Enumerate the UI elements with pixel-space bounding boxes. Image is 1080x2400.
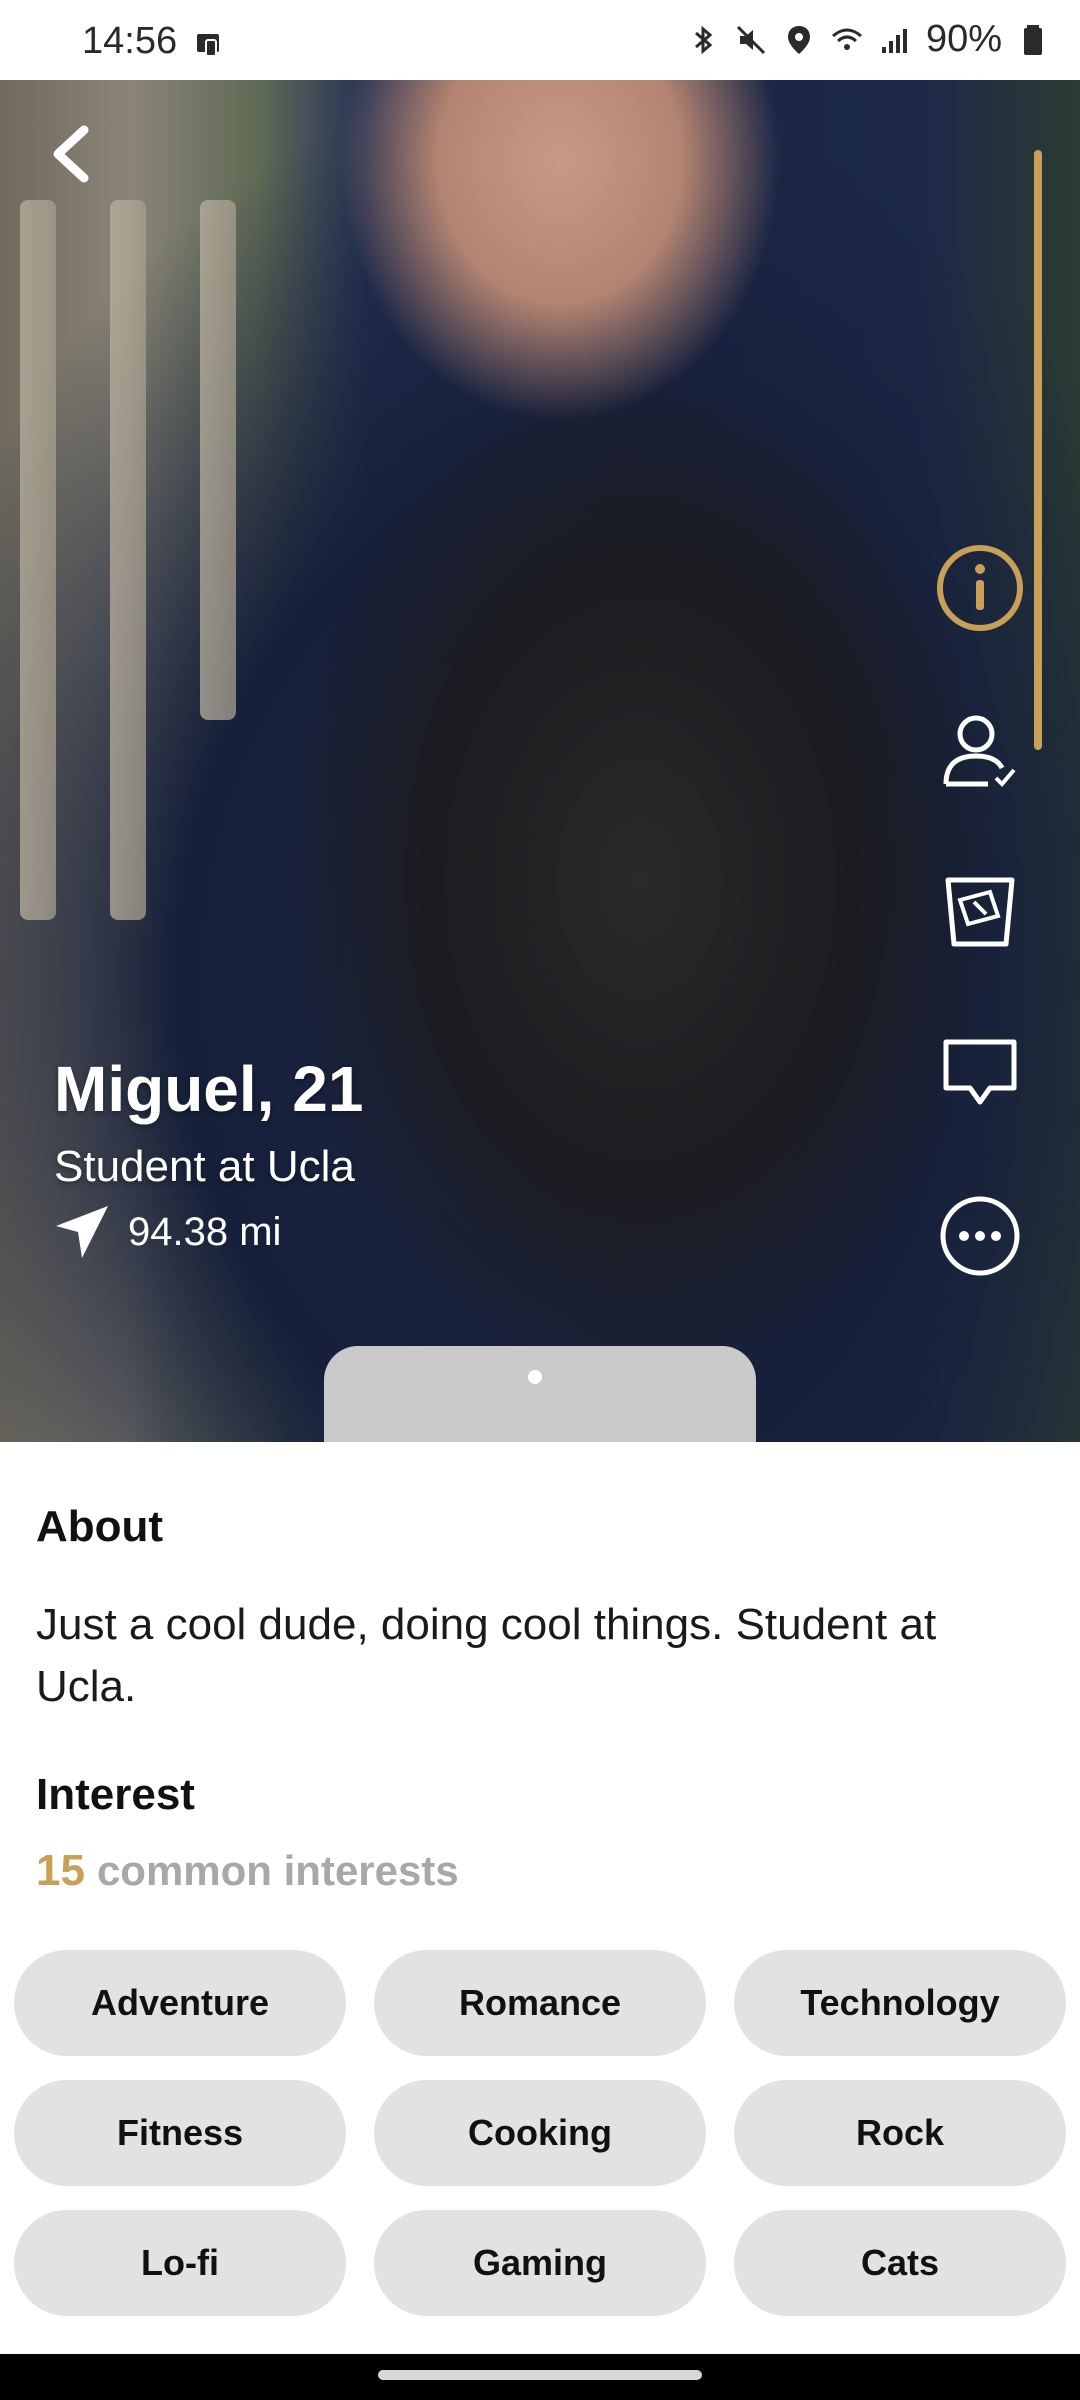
verified-user-icon [943,715,1016,787]
interest-chip[interactable]: Romance [374,1950,706,2056]
interest-chip[interactable]: Technology [734,1950,1066,2056]
interest-chip[interactable]: Rock [734,2080,1066,2186]
interest-chips: Adventure Romance Technology Fitness Coo… [14,1950,1068,2316]
status-time: 14:56 [82,20,178,62]
about-text: Just a cool dude, doing cool things. Stu… [36,1600,937,1711]
location-icon [787,25,810,54]
interest-chip[interactable]: Fitness [14,2080,346,2186]
pager-dot-active [528,1370,542,1384]
photo-background-detail [20,200,56,920]
drink-icon [945,877,1015,947]
wifi-icon [831,28,862,50]
home-gesture-handle[interactable] [378,2370,702,2380]
signal-icon [881,28,907,53]
mute-icon [736,25,765,54]
photo-pager[interactable] [324,1346,756,1442]
interest-title: Interest [36,1770,195,1819]
interest-chip[interactable]: Cats [734,2210,1066,2316]
photo-background-detail [110,200,146,920]
common-interests: 15 common interests [36,1846,459,1896]
distance-value: 94.38 mi [128,1209,282,1254]
drink-button[interactable] [930,862,1030,962]
info-button[interactable] [930,538,1030,638]
interest-chip[interactable]: Cooking [374,2080,706,2186]
back-button[interactable] [44,124,104,184]
more-options-icon [940,1196,1020,1276]
profile-photo[interactable]: Miguel, 21 Student at Ucla 94.38 mi [0,80,1080,1442]
status-bar: 14:56 90% [0,0,1080,80]
battery-icon [1024,24,1042,55]
interest-chip[interactable]: Lo-fi [14,2210,346,2316]
interest-chip[interactable]: Adventure [14,1950,346,2056]
location-arrow-icon [56,1206,108,1258]
photo-background-detail [200,200,236,720]
interest-chip[interactable]: Gaming [374,2210,706,2316]
system-navigation-bar [0,2354,1080,2400]
status-icons: 90% [686,18,1050,61]
chat-button[interactable] [930,1024,1030,1124]
profile-occupation: Student at Ucla [54,1142,355,1191]
verified-user-button[interactable] [930,700,1030,800]
battery-percent: 90% [925,18,1002,60]
more-options-button[interactable] [930,1186,1030,1286]
distance-row: 94.38 mi [54,1204,281,1260]
about-title: About [36,1502,164,1551]
device-icon [197,34,219,57]
profile-name-age: Miguel, 21 [54,1053,364,1125]
info-icon [937,545,1023,631]
photo-scroll-indicator [1034,150,1042,750]
common-interest-label: common interests [96,1847,459,1894]
bluetooth-icon [694,25,713,54]
chat-bubble-icon [943,1039,1017,1105]
common-interest-count: 15 [36,1846,85,1895]
